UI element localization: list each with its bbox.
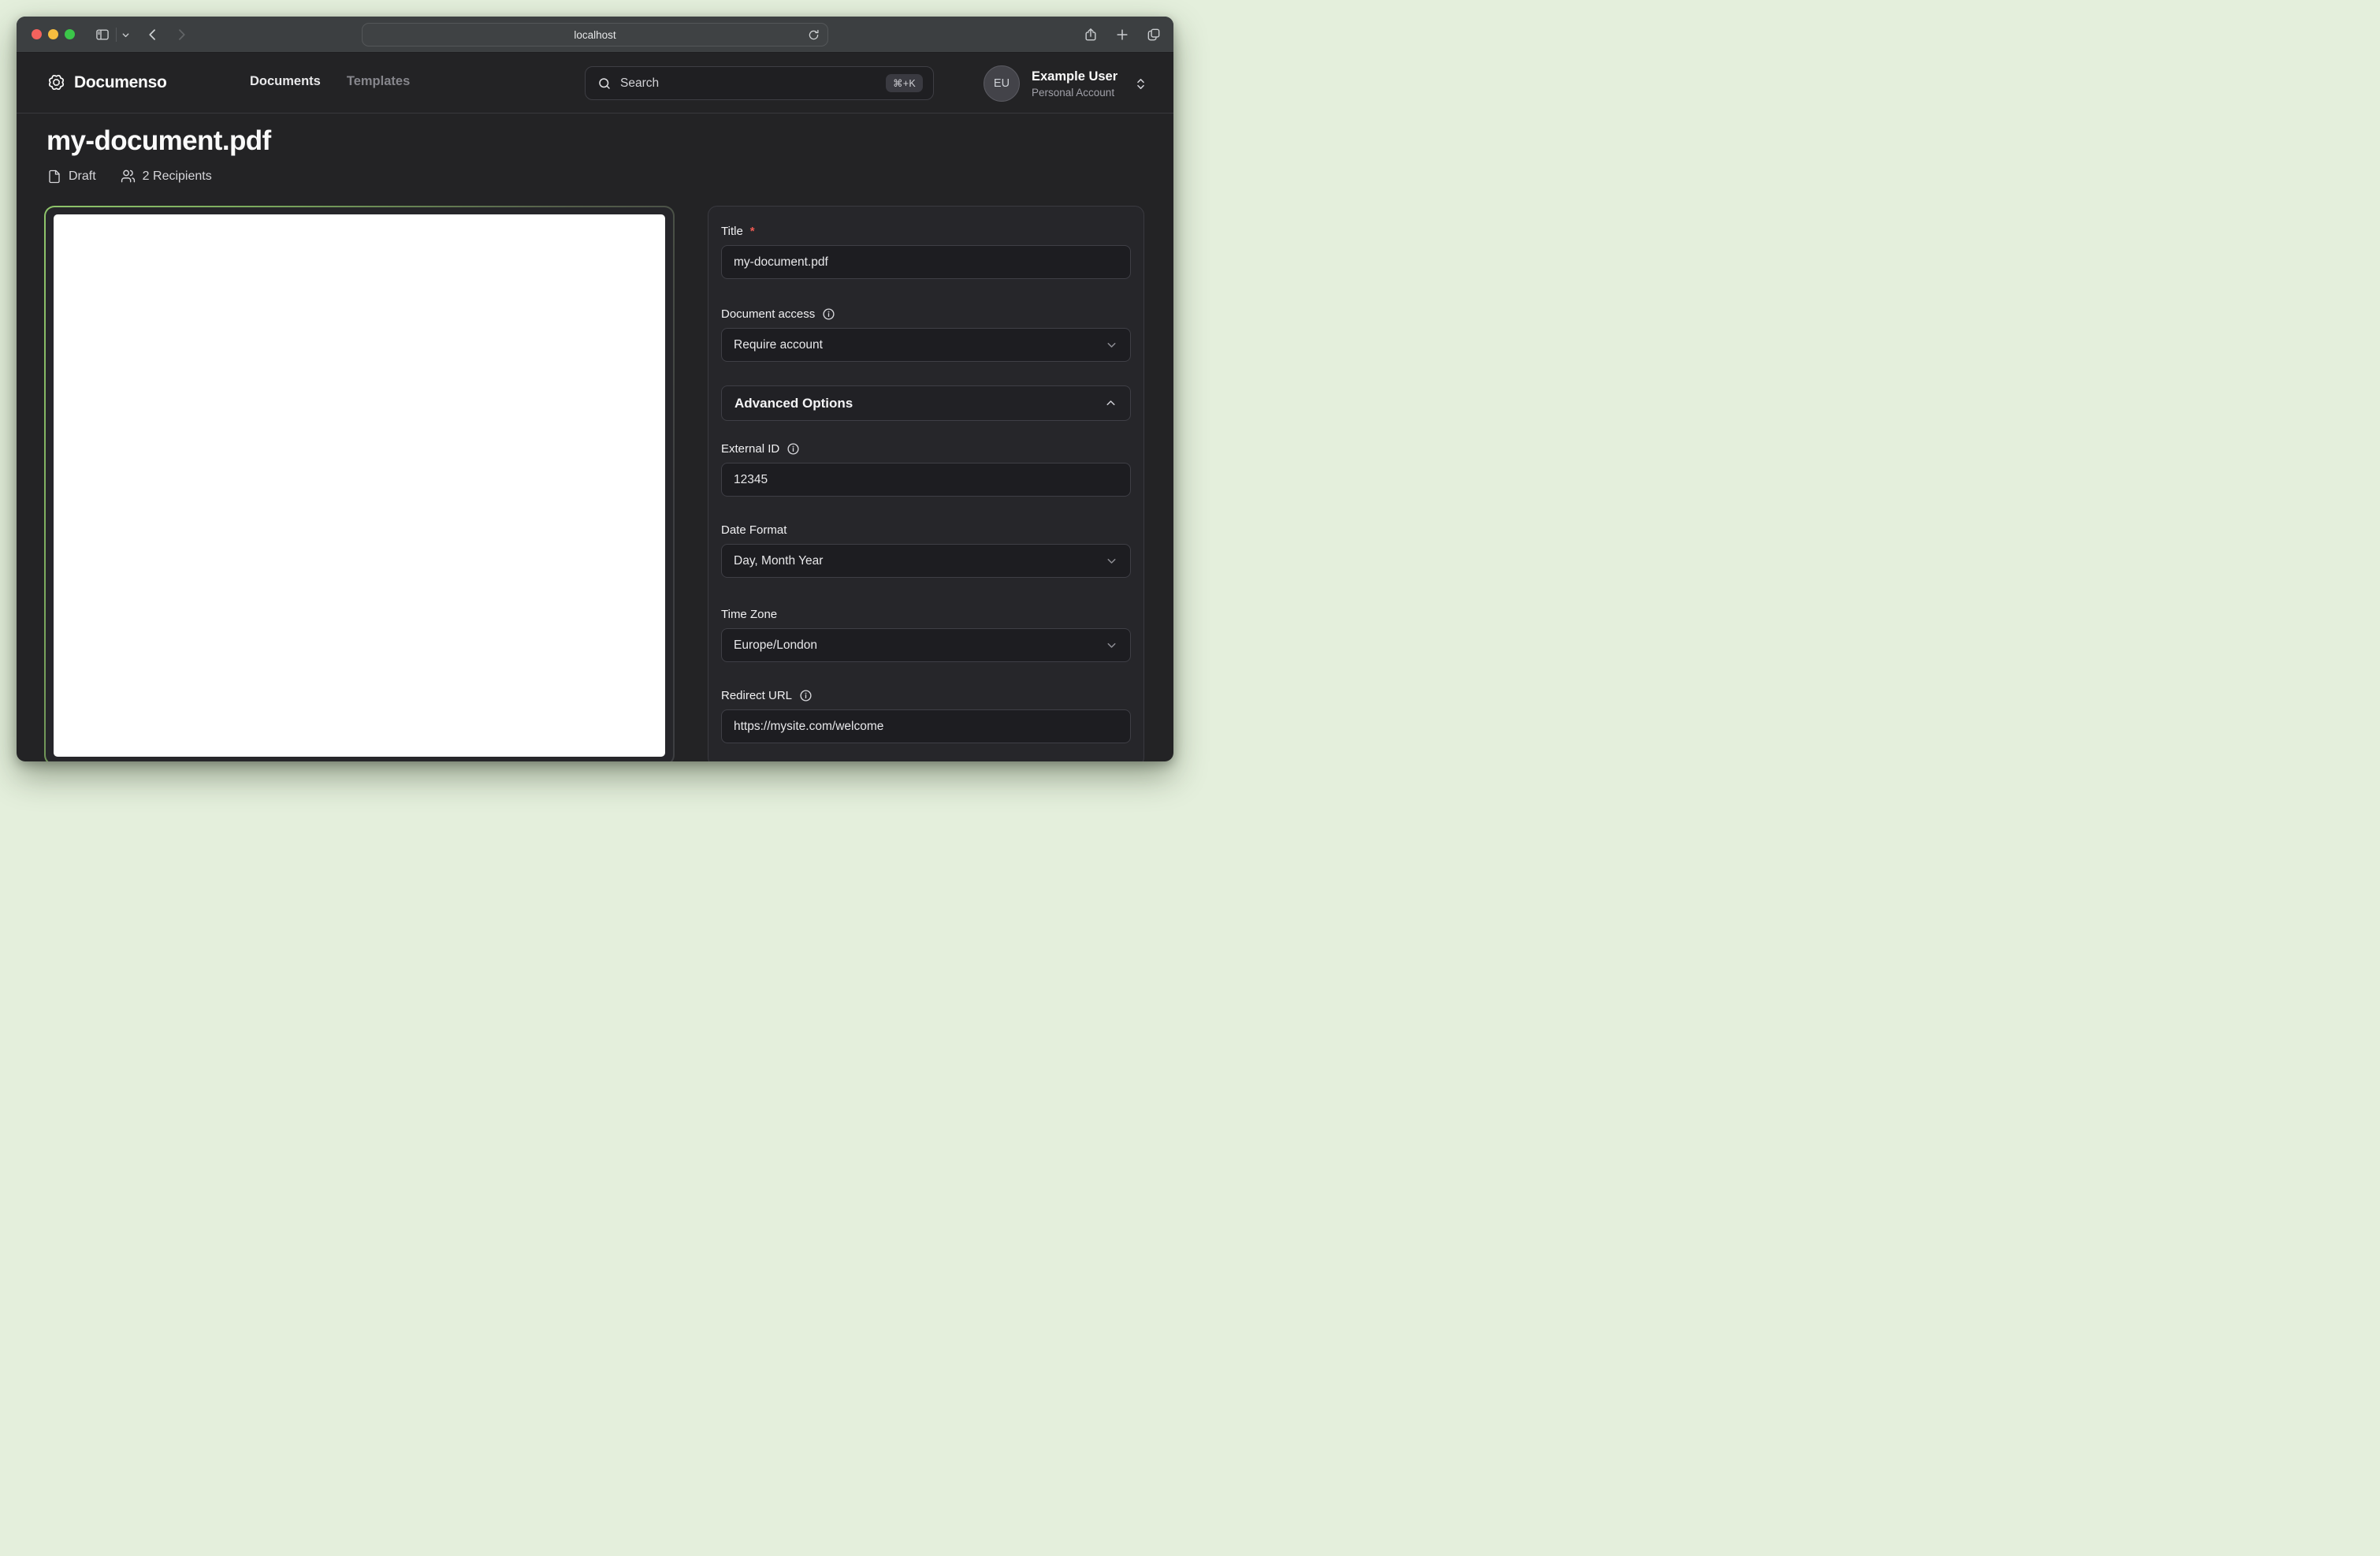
app-header: Documenso Documents Templates ⌘+K EU Exa… xyxy=(17,53,1173,114)
search-bar[interactable]: ⌘+K xyxy=(585,66,934,100)
external-id-input[interactable] xyxy=(721,463,1131,497)
minimize-window-button[interactable] xyxy=(48,29,58,39)
users-icon xyxy=(121,169,136,184)
document-access-field-group: Document access Require account xyxy=(721,307,1131,362)
title-field-group: Title * xyxy=(721,225,1131,279)
info-icon[interactable] xyxy=(787,442,800,456)
external-id-field-group: External ID xyxy=(721,442,1131,497)
user-menu[interactable]: EU Example User Personal Account xyxy=(984,65,1147,102)
chevron-down-icon[interactable] xyxy=(121,31,130,39)
time-zone-select[interactable]: Europe/London xyxy=(721,628,1131,662)
required-marker: * xyxy=(750,225,755,238)
external-id-label: External ID xyxy=(721,442,1131,456)
info-icon[interactable] xyxy=(799,689,813,702)
title-input[interactable] xyxy=(721,245,1131,279)
title-label: Title * xyxy=(721,225,1131,238)
advanced-options-toggle[interactable]: Advanced Options xyxy=(721,385,1131,421)
nav-documents[interactable]: Documents xyxy=(250,74,321,89)
sidebar-toggle-icon[interactable] xyxy=(95,27,110,43)
page-title: my-document.pdf xyxy=(46,125,271,157)
recipients-badge: 2 Recipients xyxy=(121,169,212,184)
chevron-up-icon xyxy=(1104,396,1117,410)
file-icon xyxy=(47,169,61,184)
main-nav: Documents Templates xyxy=(250,74,410,89)
document-settings-panel: Title * Document access Require account xyxy=(708,206,1144,761)
toolbar-divider xyxy=(116,28,117,42)
time-zone-label: Time Zone xyxy=(721,608,1131,621)
document-access-select[interactable]: Require account xyxy=(721,328,1131,362)
pdf-page xyxy=(54,214,665,757)
close-window-button[interactable] xyxy=(32,29,42,39)
chevron-down-icon xyxy=(1105,554,1118,568)
zoom-window-button[interactable] xyxy=(65,29,75,39)
chevrons-up-down-icon xyxy=(1134,77,1147,91)
info-icon[interactable] xyxy=(822,307,835,321)
avatar: EU xyxy=(984,65,1020,102)
browser-window: localhost xyxy=(17,17,1173,761)
main-content: my-document.pdf Draft 2 Recipients xyxy=(17,114,1173,761)
chevron-down-icon xyxy=(1105,338,1118,352)
tab-overview-icon[interactable] xyxy=(1146,27,1162,43)
documenso-logo-icon xyxy=(46,73,66,92)
brand-logo[interactable]: Documenso xyxy=(46,73,167,92)
status-badge: Draft xyxy=(47,169,96,184)
document-preview-card xyxy=(44,206,675,761)
share-icon[interactable] xyxy=(1083,27,1099,43)
browser-toolbar: localhost xyxy=(17,17,1173,53)
date-format-select[interactable]: Day, Month Year xyxy=(721,544,1131,578)
back-icon[interactable] xyxy=(145,27,161,43)
address-bar[interactable]: localhost xyxy=(362,23,828,47)
user-meta: Example User Personal Account xyxy=(1032,69,1120,99)
redirect-url-label: Redirect URL xyxy=(721,689,1131,702)
document-status-row: Draft 2 Recipients xyxy=(47,169,212,184)
redirect-url-input[interactable] xyxy=(721,709,1131,743)
forward-icon[interactable] xyxy=(173,27,189,43)
search-icon xyxy=(597,76,612,91)
date-format-label: Date Format xyxy=(721,523,1131,537)
search-input[interactable] xyxy=(620,76,877,91)
refresh-icon[interactable] xyxy=(807,28,820,42)
nav-templates[interactable]: Templates xyxy=(347,74,410,89)
new-tab-icon[interactable] xyxy=(1114,27,1130,43)
user-account-type: Personal Account xyxy=(1032,87,1120,99)
date-format-field-group: Date Format Day, Month Year xyxy=(721,523,1131,578)
address-bar-url: localhost xyxy=(574,29,615,41)
document-preview-inner xyxy=(46,207,673,761)
user-name: Example User xyxy=(1032,69,1120,84)
chevron-down-icon xyxy=(1105,638,1118,652)
time-zone-field-group: Time Zone Europe/London xyxy=(721,608,1131,662)
toolbar-right-actions xyxy=(1083,27,1162,43)
document-access-label: Document access xyxy=(721,307,1131,321)
search-shortcut-badge: ⌘+K xyxy=(886,74,923,92)
window-controls xyxy=(32,29,75,39)
redirect-url-field-group: Redirect URL xyxy=(721,689,1131,743)
brand-name: Documenso xyxy=(74,73,167,92)
